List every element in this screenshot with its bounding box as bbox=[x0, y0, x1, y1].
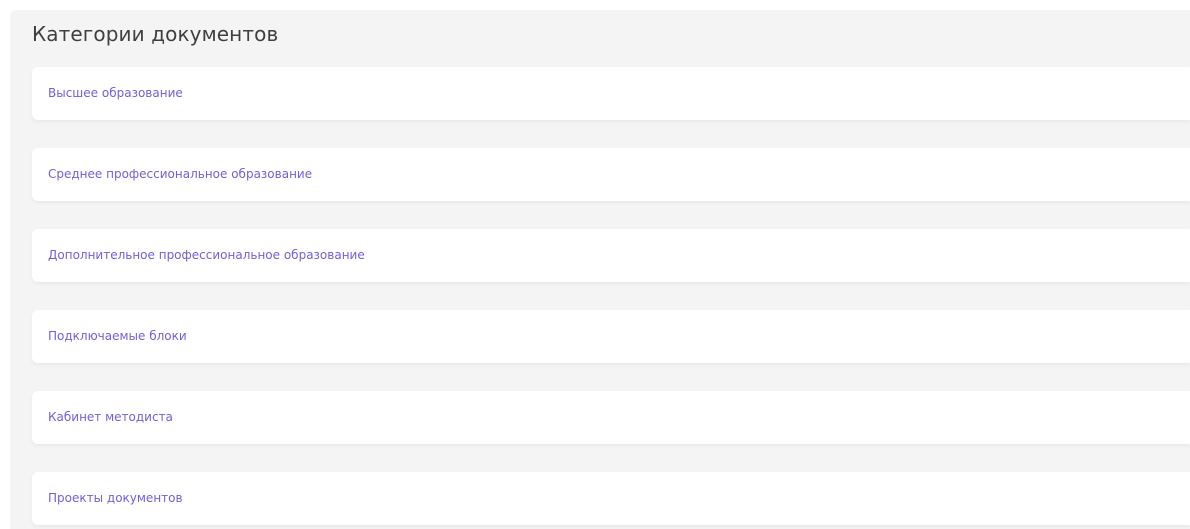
category-item-additional-professional-education[interactable]: Дополнительное профессиональное образова… bbox=[32, 229, 1190, 282]
category-label[interactable]: Кабинет методиста bbox=[48, 391, 173, 444]
page-title: Категории документов bbox=[32, 22, 279, 46]
category-label[interactable]: Подключаемые блоки bbox=[48, 310, 187, 363]
category-item-secondary-professional-education[interactable]: Среднее профессиональное образование bbox=[32, 148, 1190, 201]
category-list: Высшее образование Среднее профессиональ… bbox=[32, 67, 1190, 525]
document-categories-panel: Категории документов Высшее образование … bbox=[10, 10, 1190, 529]
category-label[interactable]: Среднее профессиональное образование bbox=[48, 148, 312, 201]
category-label[interactable]: Высшее образование bbox=[48, 67, 183, 120]
category-item-methodologist-office[interactable]: Кабинет методиста bbox=[32, 391, 1190, 444]
category-item-document-projects[interactable]: Проекты документов bbox=[32, 472, 1190, 525]
category-item-higher-education[interactable]: Высшее образование bbox=[32, 67, 1190, 120]
category-item-plugin-blocks[interactable]: Подключаемые блоки bbox=[32, 310, 1190, 363]
category-label[interactable]: Проекты документов bbox=[48, 472, 183, 525]
category-label[interactable]: Дополнительное профессиональное образова… bbox=[48, 229, 365, 282]
